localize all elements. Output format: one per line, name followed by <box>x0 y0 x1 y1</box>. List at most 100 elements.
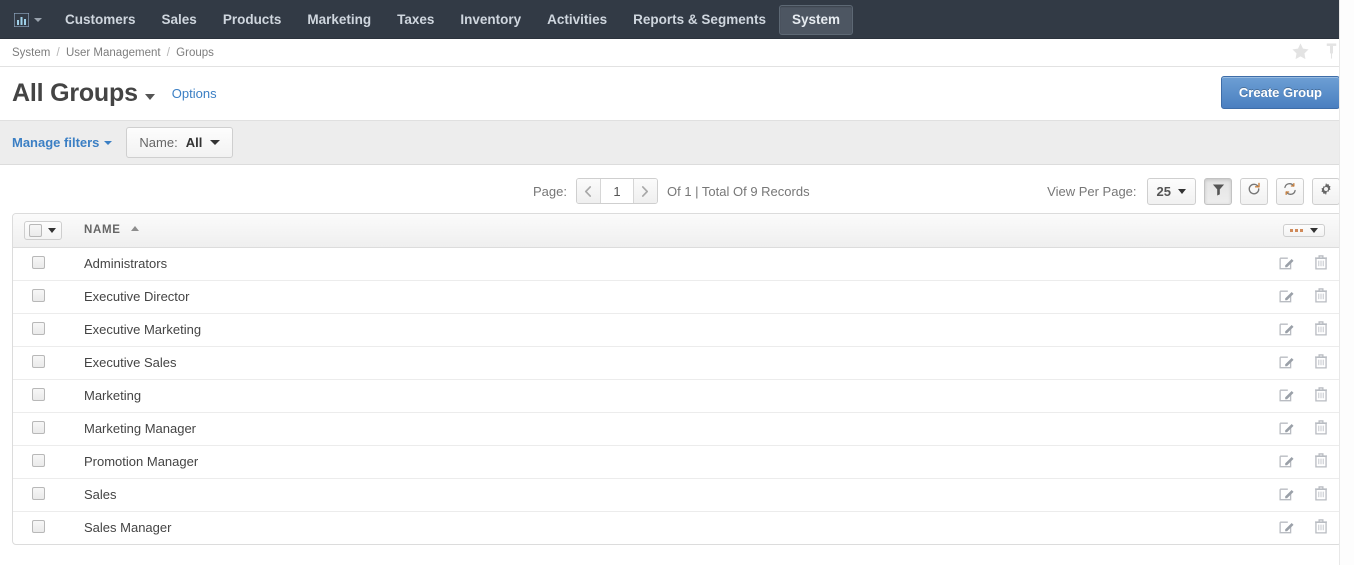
delete-icon[interactable] <box>1314 485 1328 504</box>
groups-grid: NAME Administrators Executive Director E… <box>12 213 1342 545</box>
row-name-cell: Marketing Manager <box>75 412 1241 446</box>
chevron-down-icon <box>48 227 56 233</box>
manage-filters-label: Manage filters <box>12 135 100 150</box>
edit-icon[interactable] <box>1279 321 1294 339</box>
options-link[interactable]: Options <box>172 86 217 101</box>
create-group-button[interactable]: Create Group <box>1220 76 1340 109</box>
delete-icon[interactable] <box>1314 519 1328 537</box>
nav-item-marketing[interactable]: Marketing <box>294 5 384 35</box>
row-checkbox[interactable] <box>32 387 45 401</box>
table-row[interactable]: Executive Marketing <box>13 313 1341 347</box>
row-name-cell: Sales Manager <box>84 520 172 536</box>
edit-icon[interactable] <box>1279 255 1294 273</box>
ellipsis-icon <box>1290 229 1303 233</box>
sort-ascending-icon <box>130 226 139 232</box>
edit-icon[interactable] <box>1279 387 1294 405</box>
delete-icon[interactable] <box>1314 254 1328 273</box>
delete-icon[interactable] <box>1314 320 1328 339</box>
view-per-page-value: 25 <box>1156 184 1171 199</box>
edit-icon[interactable] <box>1279 288 1294 306</box>
nav-item-system[interactable]: System <box>778 4 853 35</box>
column-options-dropdown[interactable] <box>1283 224 1325 238</box>
select-all-dropdown[interactable] <box>24 220 62 240</box>
row-checkbox[interactable] <box>32 288 45 302</box>
table-row[interactable]: Executive Director <box>13 280 1341 314</box>
pin-icon[interactable] <box>1323 42 1340 61</box>
edit-icon[interactable] <box>1279 453 1294 471</box>
table-row[interactable]: Marketing <box>13 379 1341 413</box>
star-icon[interactable] <box>1291 42 1310 61</box>
breadcrumb-bar: System / User Management / Groups <box>0 39 1354 67</box>
edit-icon[interactable] <box>1279 354 1294 372</box>
row-name-cell: Promotion Manager <box>75 445 1241 479</box>
row-actions-cell <box>1241 280 1341 314</box>
reset-grid-button[interactable] <box>1240 178 1268 205</box>
scrollbar-thumb[interactable] <box>1342 1 1353 301</box>
table-row[interactable]: Executive Sales <box>13 346 1341 380</box>
row-name-cell: Executive Marketing <box>75 313 1241 347</box>
edit-icon[interactable] <box>1279 519 1294 537</box>
row-select-cell <box>13 346 75 380</box>
page-scrollbar[interactable] <box>1339 0 1354 565</box>
row-select-cell <box>13 247 75 281</box>
chevron-down-icon <box>104 140 113 145</box>
delete-icon[interactable] <box>1314 419 1328 438</box>
row-checkbox[interactable] <box>32 321 45 335</box>
page-number-input[interactable] <box>600 179 633 203</box>
view-per-page-select[interactable]: 25 <box>1146 178 1196 205</box>
next-page-button[interactable] <box>632 179 657 203</box>
nav-item-inventory[interactable]: Inventory <box>447 5 534 35</box>
chevron-down-icon <box>210 140 221 145</box>
row-checkbox[interactable] <box>32 354 45 368</box>
table-row[interactable]: Sales Manager <box>13 511 1341 544</box>
row-select-cell <box>13 511 75 544</box>
nav-item-sales[interactable]: Sales <box>149 5 210 35</box>
view-per-page-label: View Per Page: <box>1047 184 1137 199</box>
filter-chip-label: Name: <box>139 135 178 150</box>
nav-item-customers[interactable]: Customers <box>52 5 149 35</box>
breadcrumb-actions <box>1291 42 1340 61</box>
edit-icon[interactable] <box>1279 486 1294 504</box>
page-header: All Groups Options Create Group <box>0 67 1354 120</box>
prev-page-button[interactable] <box>576 179 601 203</box>
nav-item-taxes[interactable]: Taxes <box>384 5 447 35</box>
gear-icon <box>1319 182 1333 201</box>
table-row[interactable]: Administrators <box>13 247 1341 281</box>
refresh-grid-button[interactable] <box>1276 178 1304 205</box>
row-actions-cell <box>1241 346 1341 380</box>
breadcrumb-item-system[interactable]: System <box>12 47 50 59</box>
table-row[interactable]: Sales <box>13 478 1341 512</box>
row-actions-cell <box>1241 412 1341 446</box>
table-row[interactable]: Marketing Manager <box>13 412 1341 446</box>
filter-chip-value: All <box>185 135 203 150</box>
nav-item-activities[interactable]: Activities <box>534 5 620 35</box>
delete-icon[interactable] <box>1314 386 1328 405</box>
delete-icon[interactable] <box>1314 353 1328 372</box>
column-header-name[interactable]: NAME <box>75 214 1241 248</box>
row-checkbox[interactable] <box>32 420 45 434</box>
app-logo-menu[interactable] <box>8 9 52 31</box>
page-title-chevron-down-icon[interactable] <box>144 93 155 100</box>
nav-item-products[interactable]: Products <box>210 5 295 35</box>
edit-icon[interactable] <box>1279 420 1294 438</box>
manage-filters-button[interactable]: Manage filters <box>12 135 113 150</box>
pagination-controls: Page: Of 1 | Total Of 9 Records <box>533 178 810 204</box>
column-header-select <box>13 214 75 248</box>
table-row[interactable]: Promotion Manager <box>13 445 1341 479</box>
row-checkbox[interactable] <box>32 486 45 500</box>
select-all-checkbox[interactable] <box>29 223 42 237</box>
row-checkbox[interactable] <box>32 519 45 533</box>
toggle-filters-button[interactable] <box>1204 178 1232 205</box>
nav-item-reports-segments[interactable]: Reports & Segments <box>620 5 779 35</box>
column-header-actions <box>1241 214 1341 248</box>
delete-icon[interactable] <box>1314 452 1328 471</box>
row-actions-cell <box>1241 478 1341 512</box>
chevron-down-icon <box>1178 189 1186 194</box>
row-checkbox[interactable] <box>32 255 45 269</box>
filter-chip-name[interactable]: Name: All <box>126 127 234 158</box>
grid-settings-button[interactable] <box>1312 178 1340 205</box>
delete-icon[interactable] <box>1314 287 1328 306</box>
row-checkbox[interactable] <box>32 453 45 467</box>
row-actions-cell <box>1241 247 1341 281</box>
breadcrumb-item-user-management[interactable]: User Management <box>66 47 161 59</box>
